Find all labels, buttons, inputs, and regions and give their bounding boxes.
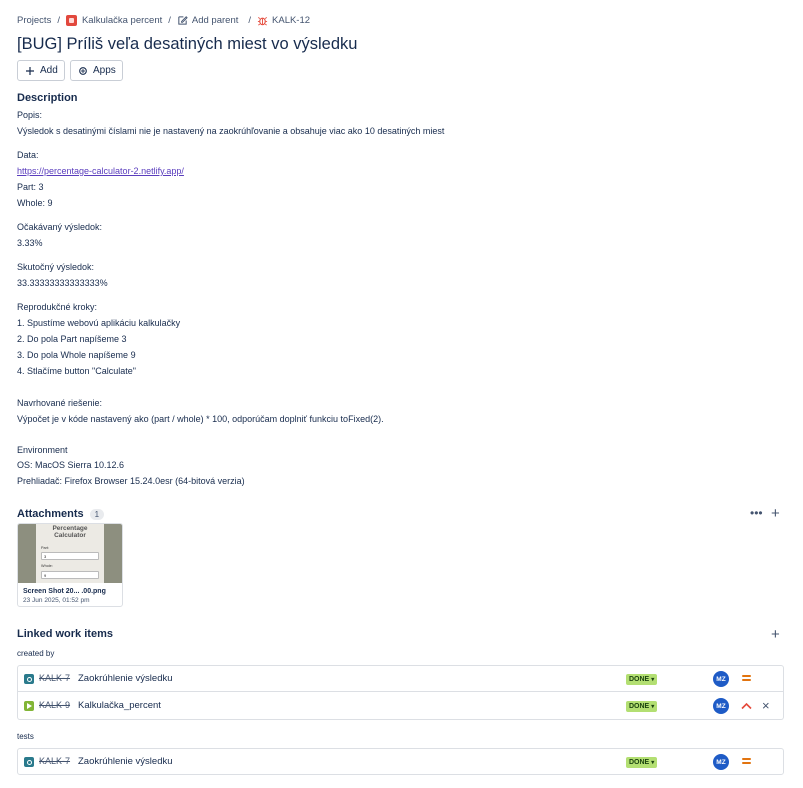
breadcrumb-separator: / — [57, 14, 60, 26]
attachment-filename: Screen Shot 20... .00.png — [23, 588, 106, 595]
link-group-label: tests — [17, 732, 34, 741]
link-group-label: created by — [17, 649, 55, 658]
linked-add-icon[interactable]: + — [771, 626, 780, 643]
chevron-down-icon: ▾ — [651, 704, 655, 710]
description-line: Whole: 9 — [17, 198, 53, 208]
description-line: Očakávaný výsledok: — [17, 222, 103, 232]
linked-item-summary[interactable]: Zaokrúhlenie výsledku — [78, 756, 173, 767]
status-label: DONE — [629, 759, 650, 766]
priority-medium-icon — [742, 758, 751, 765]
chevron-down-icon: ▾ — [651, 677, 655, 683]
story-icon — [24, 701, 34, 711]
task-icon — [24, 757, 34, 767]
attachment-thumbnail[interactable]: Percentage Calculator Part: 3 Whole: 9 — [18, 524, 122, 583]
description-line: 1. Spustíme webovú aplikáciu kalkulačky — [17, 318, 181, 328]
priority-high-icon — [741, 702, 752, 710]
description-line: OS: MacOS Sierra 10.12.6 — [17, 460, 125, 470]
page-title[interactable]: [BUG] Príliš veľa desatiných miest vo vý… — [17, 35, 357, 54]
attachment-date: 23 Jun 2025, 01:52 pm — [23, 597, 90, 604]
thumbnail-part-input: 3 — [41, 552, 99, 560]
description-line: Popis: — [17, 110, 43, 120]
thumbnail-part-label: Part: — [41, 546, 50, 550]
attachments-add-icon[interactable]: + — [771, 505, 780, 522]
status-dropdown[interactable]: DONE ▾ — [626, 674, 658, 685]
linked-item-key[interactable]: KALK-9 — [39, 700, 70, 710]
status-dropdown[interactable]: DONE ▾ — [626, 701, 658, 712]
linked-item-row[interactable]: KALK-9 Kalkulačka_percent DONE ▾ MZ × — [17, 692, 784, 720]
assignee-avatar[interactable]: MZ — [713, 698, 729, 714]
breadcrumb-project[interactable]: Kalkulačka percent — [65, 14, 162, 26]
description-line: Environment — [17, 445, 68, 455]
thumbnail-whole-label: Whole: — [41, 564, 53, 568]
breadcrumb-separator: / — [248, 14, 252, 26]
project-avatar-icon — [65, 14, 77, 26]
assignee-avatar[interactable]: MZ — [713, 671, 729, 687]
description-line: 3. Do pola Whole napíšeme 9 — [17, 350, 136, 360]
status-label: DONE — [629, 703, 650, 710]
description-line: 33.33333333333333% — [17, 278, 108, 288]
thumbnail-whole-input: 9 — [41, 571, 99, 579]
thumbnail-title: Percentage Calculator — [52, 525, 88, 539]
status-dropdown[interactable]: DONE ▾ — [626, 757, 658, 768]
description-line: 3.33% — [17, 238, 43, 248]
data-link[interactable]: https://percentage-calculator-2.netlify.… — [17, 166, 184, 176]
apps-button[interactable]: Apps — [70, 60, 123, 81]
add-parent-label[interactable]: Add parent — [192, 15, 238, 26]
description-line: Part: 3 — [17, 182, 44, 192]
description-line: Navrhované riešenie: — [17, 398, 103, 408]
description-line: 2. Do pola Part napíšeme 3 — [17, 334, 127, 344]
description-line: Výsledok s desatinými číslami nie je nas… — [17, 126, 445, 136]
breadcrumb-separator: / — [168, 14, 171, 26]
apps-button-label: Apps — [93, 65, 116, 76]
description-line: 4. Stlačíme button "Calculate" — [17, 366, 136, 376]
add-button[interactable]: Add — [17, 60, 65, 81]
linked-items-heading: Linked work items — [17, 628, 113, 640]
unlink-close-icon[interactable]: × — [762, 698, 770, 714]
more-horizontal-icon[interactable]: ••• — [750, 506, 763, 520]
attachments-count-badge: 1 — [89, 508, 105, 520]
breadcrumb-projects[interactable]: Projects — [17, 15, 51, 26]
description-line: Reprodukčné kroky: — [17, 302, 98, 312]
add-button-label: Add — [40, 65, 58, 76]
linked-item-row[interactable]: KALK-7 Zaokrúhlenie výsledku DONE ▾ MZ — [17, 665, 784, 692]
description-line: Skutočný výsledok: — [17, 262, 95, 272]
breadcrumb: Projects / Kalkulačka percent / Add pare… — [17, 13, 310, 27]
issue-key-label[interactable]: KALK-12 — [272, 15, 310, 26]
breadcrumb-projects-label[interactable]: Projects — [17, 15, 51, 26]
description-line: Prehliadač: Firefox Browser 15.24.0esr (… — [17, 476, 245, 486]
task-icon — [24, 674, 34, 684]
assignee-avatar[interactable]: MZ — [713, 754, 729, 770]
linked-item-row[interactable]: KALK-7 Zaokrúhlenie výsledku DONE ▾ MZ — [17, 748, 784, 775]
status-label: DONE — [629, 676, 650, 683]
plus-icon — [25, 66, 35, 76]
attachments-heading: Attachments 1 — [17, 508, 105, 520]
description-line: Data: — [17, 150, 39, 160]
edit-icon — [178, 15, 188, 25]
priority-medium-icon — [742, 675, 751, 682]
description-line: Výpočet je v kóde nastavený ako (part / … — [17, 414, 384, 424]
linked-item-key[interactable]: KALK-7 — [39, 756, 70, 766]
bug-icon — [257, 16, 268, 25]
add-parent-button[interactable]: Add parent — [177, 15, 238, 26]
gear-icon — [78, 66, 88, 76]
linked-item-summary[interactable]: Zaokrúhlenie výsledku — [78, 673, 173, 684]
chevron-down-icon: ▾ — [651, 760, 655, 766]
description-heading: Description — [17, 92, 78, 104]
breadcrumb-project-label[interactable]: Kalkulačka percent — [82, 15, 162, 26]
linked-item-key[interactable]: KALK-7 — [39, 673, 70, 683]
breadcrumb-issue[interactable]: KALK-12 — [257, 15, 310, 26]
attachment-card[interactable]: Percentage Calculator Part: 3 Whole: 9 S… — [17, 523, 123, 607]
linked-item-summary[interactable]: Kalkulačka_percent — [78, 700, 161, 711]
attachments-heading-label: Attachments — [17, 508, 84, 520]
